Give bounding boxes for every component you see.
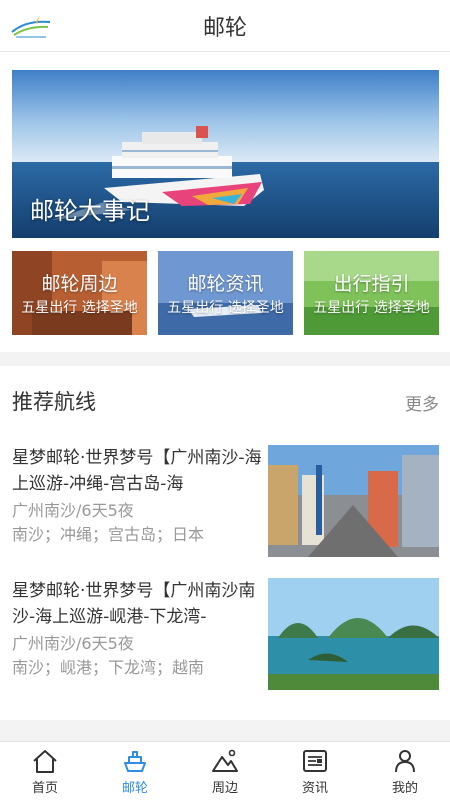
tile-title: 出行指引 bbox=[333, 273, 410, 295]
route-ports: 南沙；冲绳；宫古岛；日本 bbox=[12, 525, 205, 544]
section-divider bbox=[0, 720, 450, 741]
route-ports: 南沙；岘港；下龙湾；越南 bbox=[12, 658, 205, 677]
tab-surroundings[interactable]: 周边 bbox=[180, 742, 270, 800]
tile-cruise-news[interactable]: 邮轮资讯 五星出行 选择圣地 bbox=[158, 251, 293, 335]
category-tiles: 邮轮周边 五星出行 选择圣地 邮轮资讯 五星出行 选择圣地 出行指引 五星出行 … bbox=[12, 251, 439, 335]
tile-title: 邮轮周边 bbox=[41, 273, 118, 295]
tab-label: 邮轮 bbox=[121, 781, 148, 796]
route-thumbnail bbox=[268, 445, 439, 557]
home-icon bbox=[33, 750, 57, 773]
route-thumbnail bbox=[268, 578, 439, 690]
section-title: 推荐航线 bbox=[12, 390, 96, 414]
route-name: 星梦邮轮·世界梦号【广州南沙南沙-海上巡游-岘港-下龙湾- bbox=[12, 581, 256, 627]
mountain-icon bbox=[212, 749, 238, 772]
tile-cruise-surroundings[interactable]: 邮轮周边 五星出行 选择圣地 bbox=[12, 251, 147, 335]
hero-label: 邮轮大事记 bbox=[30, 197, 150, 225]
tab-mine[interactable]: 我的 bbox=[360, 742, 450, 800]
tab-label: 我的 bbox=[391, 781, 418, 796]
route-departure: 广州南沙/6天5夜 bbox=[12, 501, 134, 520]
tab-cruise[interactable]: 邮轮 bbox=[90, 742, 180, 800]
tile-title: 邮轮资讯 bbox=[187, 273, 264, 295]
route-departure: 广州南沙/6天5夜 bbox=[12, 634, 134, 653]
tab-news[interactable]: 资讯 bbox=[270, 742, 360, 800]
tab-label: 首页 bbox=[31, 781, 58, 796]
user-icon bbox=[395, 750, 415, 773]
tile-subtitle: 五星出行 选择圣地 bbox=[21, 300, 138, 316]
brand-logo[interactable] bbox=[10, 12, 52, 40]
route-info: 星梦邮轮·世界梦号【广州南沙-海上巡游-冲绳-宫古岛-海 广州南沙/6天5夜 南… bbox=[12, 445, 262, 547]
tab-label: 周边 bbox=[211, 781, 238, 796]
section-divider bbox=[0, 352, 450, 366]
route-info: 星梦邮轮·世界梦号【广州南沙南沙-海上巡游-岘港-下龙湾- 广州南沙/6天5夜 … bbox=[12, 578, 262, 680]
cruise-ship-icon bbox=[124, 751, 146, 772]
tab-label: 资讯 bbox=[301, 781, 328, 796]
hero-banner[interactable]: 邮轮大事记 bbox=[12, 70, 439, 238]
page-title: 邮轮 bbox=[202, 15, 247, 41]
tile-subtitle: 五星出行 选择圣地 bbox=[167, 300, 284, 316]
route-card[interactable]: 星梦邮轮·世界梦号【广州南沙-海上巡游-冲绳-宫古岛-海 广州南沙/6天5夜 南… bbox=[12, 445, 439, 557]
tab-home[interactable]: 首页 bbox=[0, 742, 90, 800]
recommended-routes-header: 推荐航线 更多 bbox=[12, 386, 439, 416]
route-card[interactable]: 星梦邮轮·世界梦号【广州南沙南沙-海上巡游-岘港-下龙湾- 广州南沙/6天5夜 … bbox=[12, 578, 439, 690]
route-name: 星梦邮轮·世界梦号【广州南沙-海上巡游-冲绳-宫古岛-海 bbox=[12, 448, 262, 494]
more-link[interactable]: 更多 bbox=[405, 390, 439, 415]
tile-subtitle: 五星出行 选择圣地 bbox=[313, 300, 430, 316]
top-bar: 邮轮 bbox=[0, 0, 450, 52]
tile-travel-guide[interactable]: 出行指引 五星出行 选择圣地 bbox=[304, 251, 439, 335]
bottom-nav: 首页 邮轮 周边 资讯 我的 bbox=[0, 741, 450, 800]
news-icon bbox=[303, 750, 327, 772]
